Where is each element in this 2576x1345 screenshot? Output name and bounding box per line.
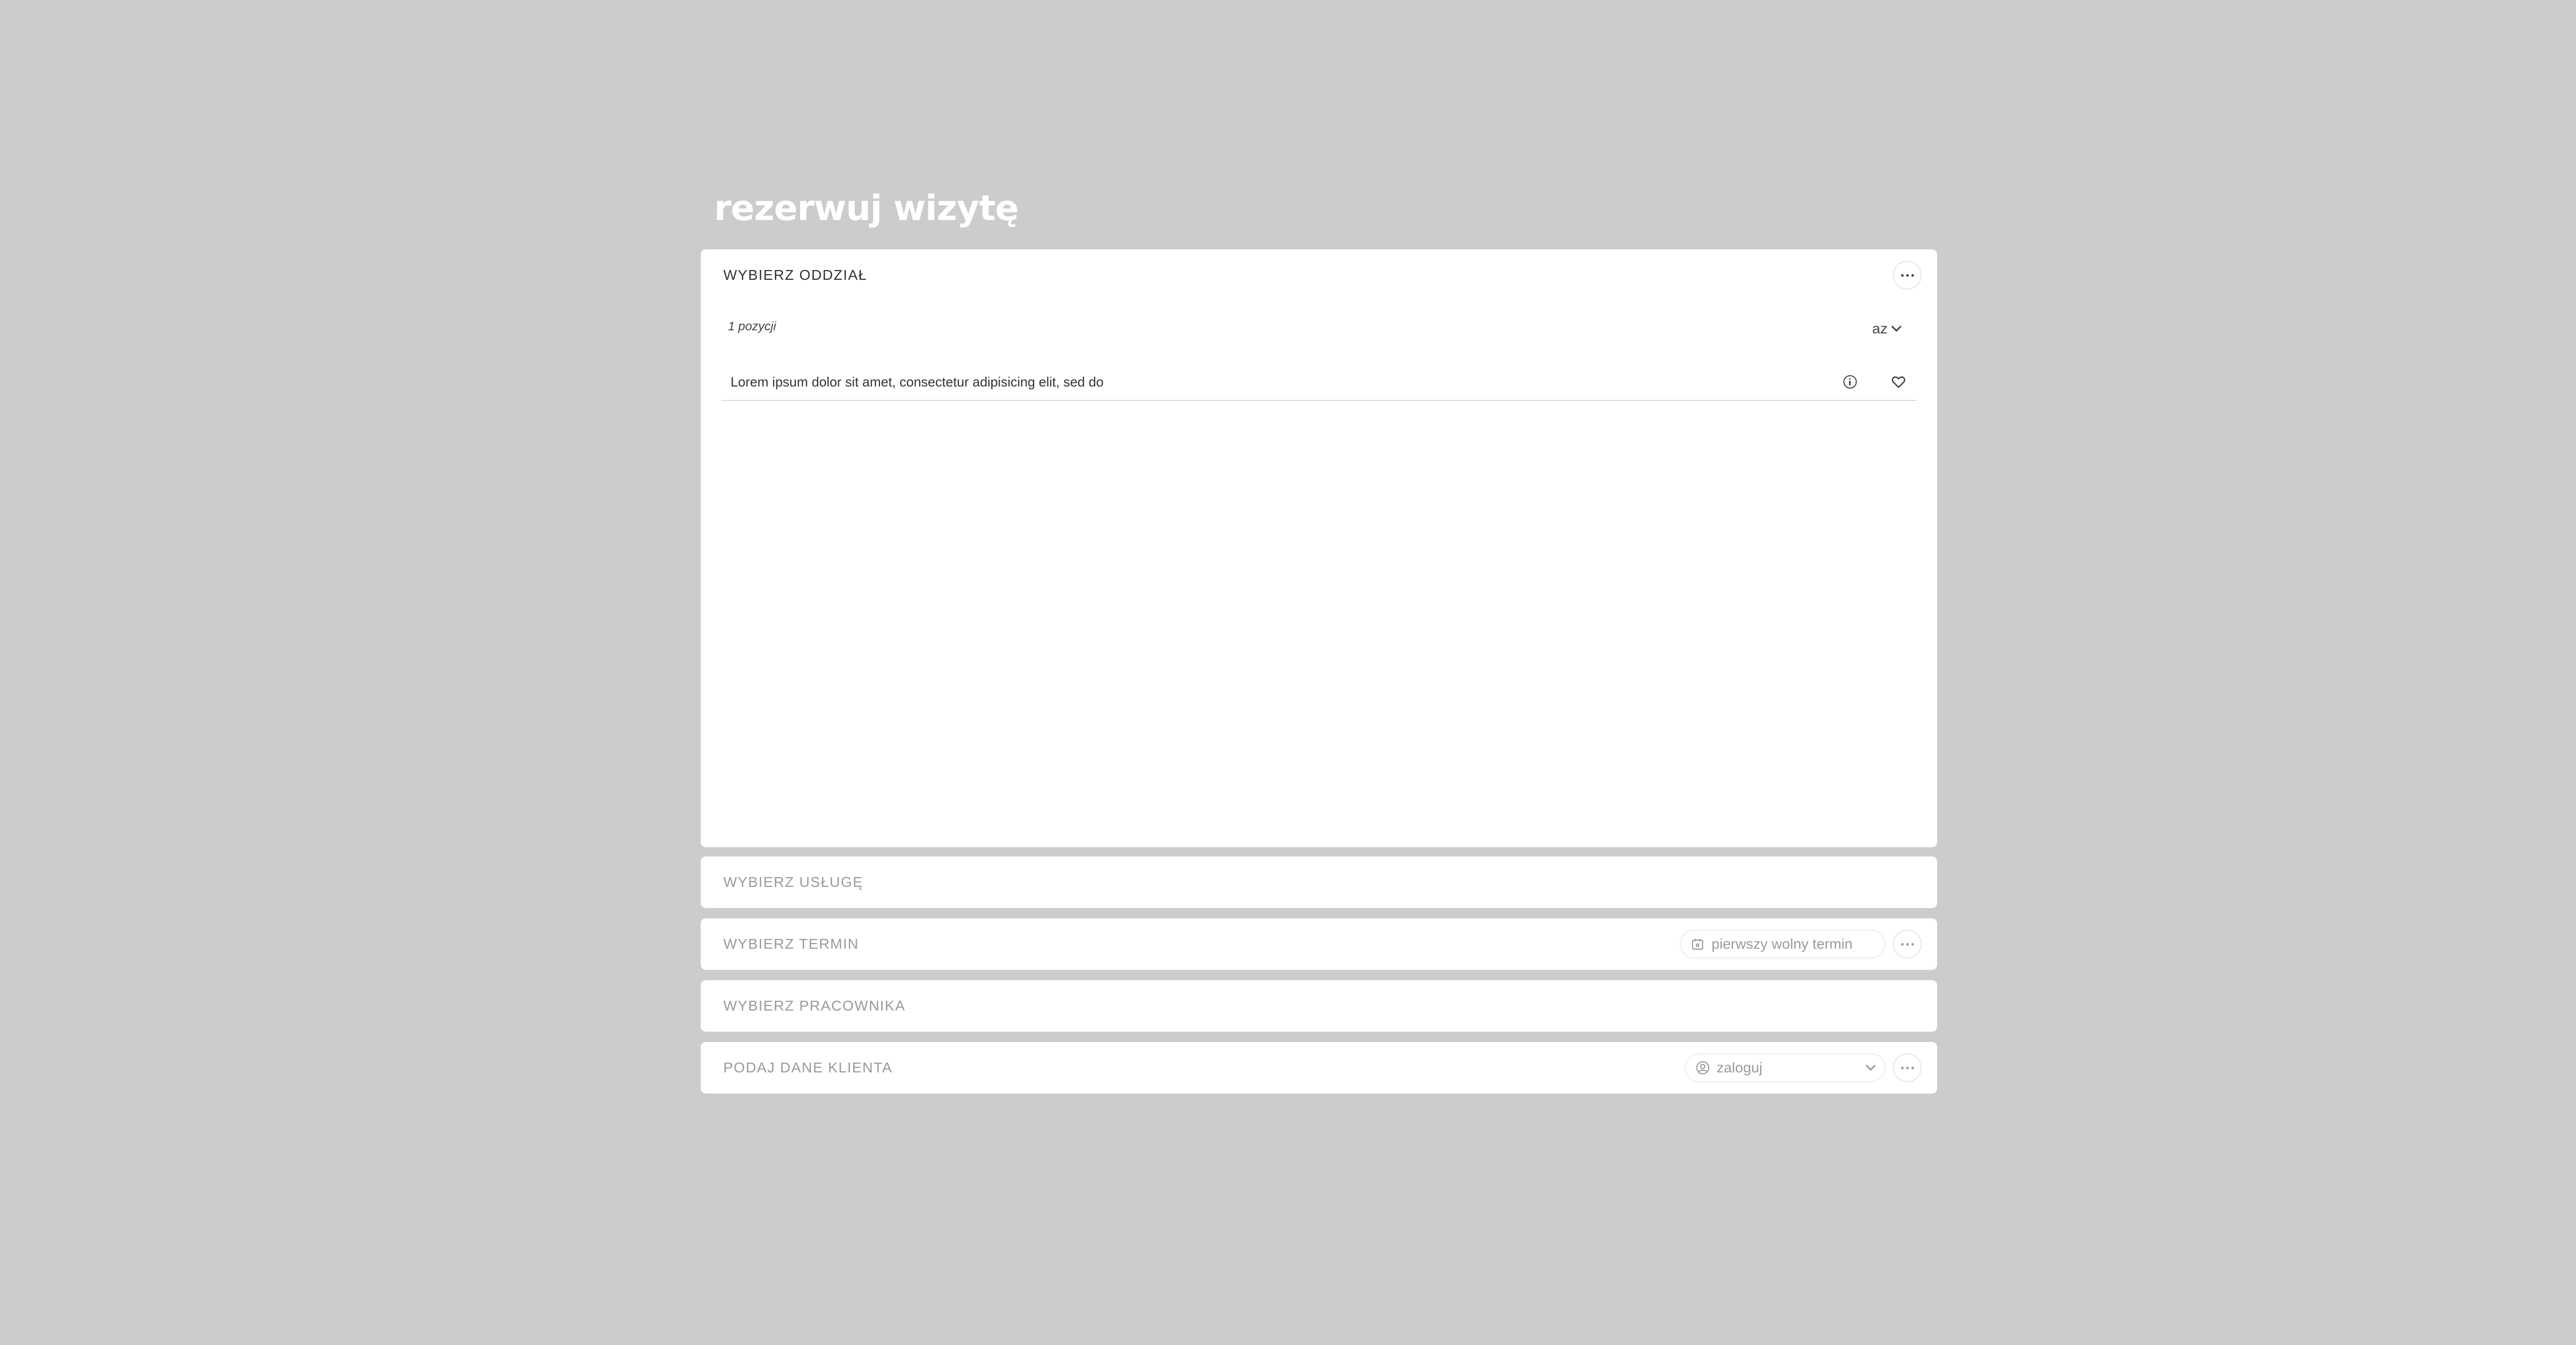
step-branch-header[interactable]: WYBIERZ ODDZIAŁ	[723, 249, 1922, 301]
chevron-down-icon	[1891, 322, 1902, 332]
step-client-title: PODAJ DANE KLIENTA	[723, 1060, 893, 1075]
step-employee-header[interactable]: WYBIERZ PRACOWNIKA	[723, 980, 1922, 1032]
branch-count-label: 1 pozycji	[728, 320, 776, 333]
step-employee-title: WYBIERZ PRACOWNIKA	[723, 998, 906, 1014]
branch-more-button[interactable]	[1893, 261, 1922, 290]
chevron-down-icon	[1866, 1061, 1876, 1071]
branch-list-item[interactable]: Lorem ipsum dolor sit amet, consectetur …	[721, 364, 1917, 401]
calendar-icon	[1690, 936, 1705, 952]
first-free-date-button[interactable]: pierwszy wolny termin	[1680, 930, 1886, 959]
step-branch-title: WYBIERZ ODDZIAŁ	[723, 267, 868, 283]
login-select[interactable]: zaloguj	[1685, 1053, 1886, 1082]
branch-name: Lorem ipsum dolor sit amet, consectetur …	[731, 374, 1104, 390]
step-client-header[interactable]: PODAJ DANE KLIENTA zaloguj	[723, 1042, 1922, 1094]
login-label: zaloguj	[1717, 1060, 1762, 1075]
step-branch-panel: WYBIERZ ODDZIAŁ	[701, 249, 1937, 847]
more-dots-icon	[1901, 943, 1914, 946]
step-service-panel[interactable]: WYBIERZ USŁUGĘ	[701, 856, 1937, 908]
step-date-panel[interactable]: WYBIERZ TERMIN pierwszy wolny termin	[701, 918, 1937, 970]
step-date-title: WYBIERZ TERMIN	[723, 936, 859, 952]
heart-icon[interactable]	[1891, 374, 1906, 390]
client-more-button[interactable]	[1893, 1053, 1922, 1082]
more-dots-icon	[1901, 274, 1914, 277]
info-icon[interactable]	[1843, 375, 1857, 389]
user-circle-icon	[1695, 1060, 1710, 1075]
date-more-button[interactable]	[1893, 930, 1922, 959]
more-dots-icon	[1901, 1066, 1914, 1069]
step-employee-panel[interactable]: WYBIERZ PRACOWNIKA	[701, 980, 1937, 1032]
step-client-panel[interactable]: PODAJ DANE KLIENTA zaloguj	[701, 1042, 1937, 1094]
step-service-title: WYBIERZ USŁUGĘ	[723, 874, 863, 890]
sort-label: az	[1872, 321, 1888, 337]
sort-toggle[interactable]: az	[1872, 314, 1902, 343]
first-free-date-label: pierwszy wolny termin	[1711, 936, 1853, 952]
step-service-header[interactable]: WYBIERZ USŁUGĘ	[723, 856, 1922, 908]
booking-page: rezerwuj wizytę WYBIERZ ODDZIAŁ 1 pozycj…	[0, 0, 2576, 1345]
page-title: rezerwuj wizytę	[714, 188, 1019, 229]
step-date-header[interactable]: WYBIERZ TERMIN pierwszy wolny termin	[723, 918, 1922, 970]
